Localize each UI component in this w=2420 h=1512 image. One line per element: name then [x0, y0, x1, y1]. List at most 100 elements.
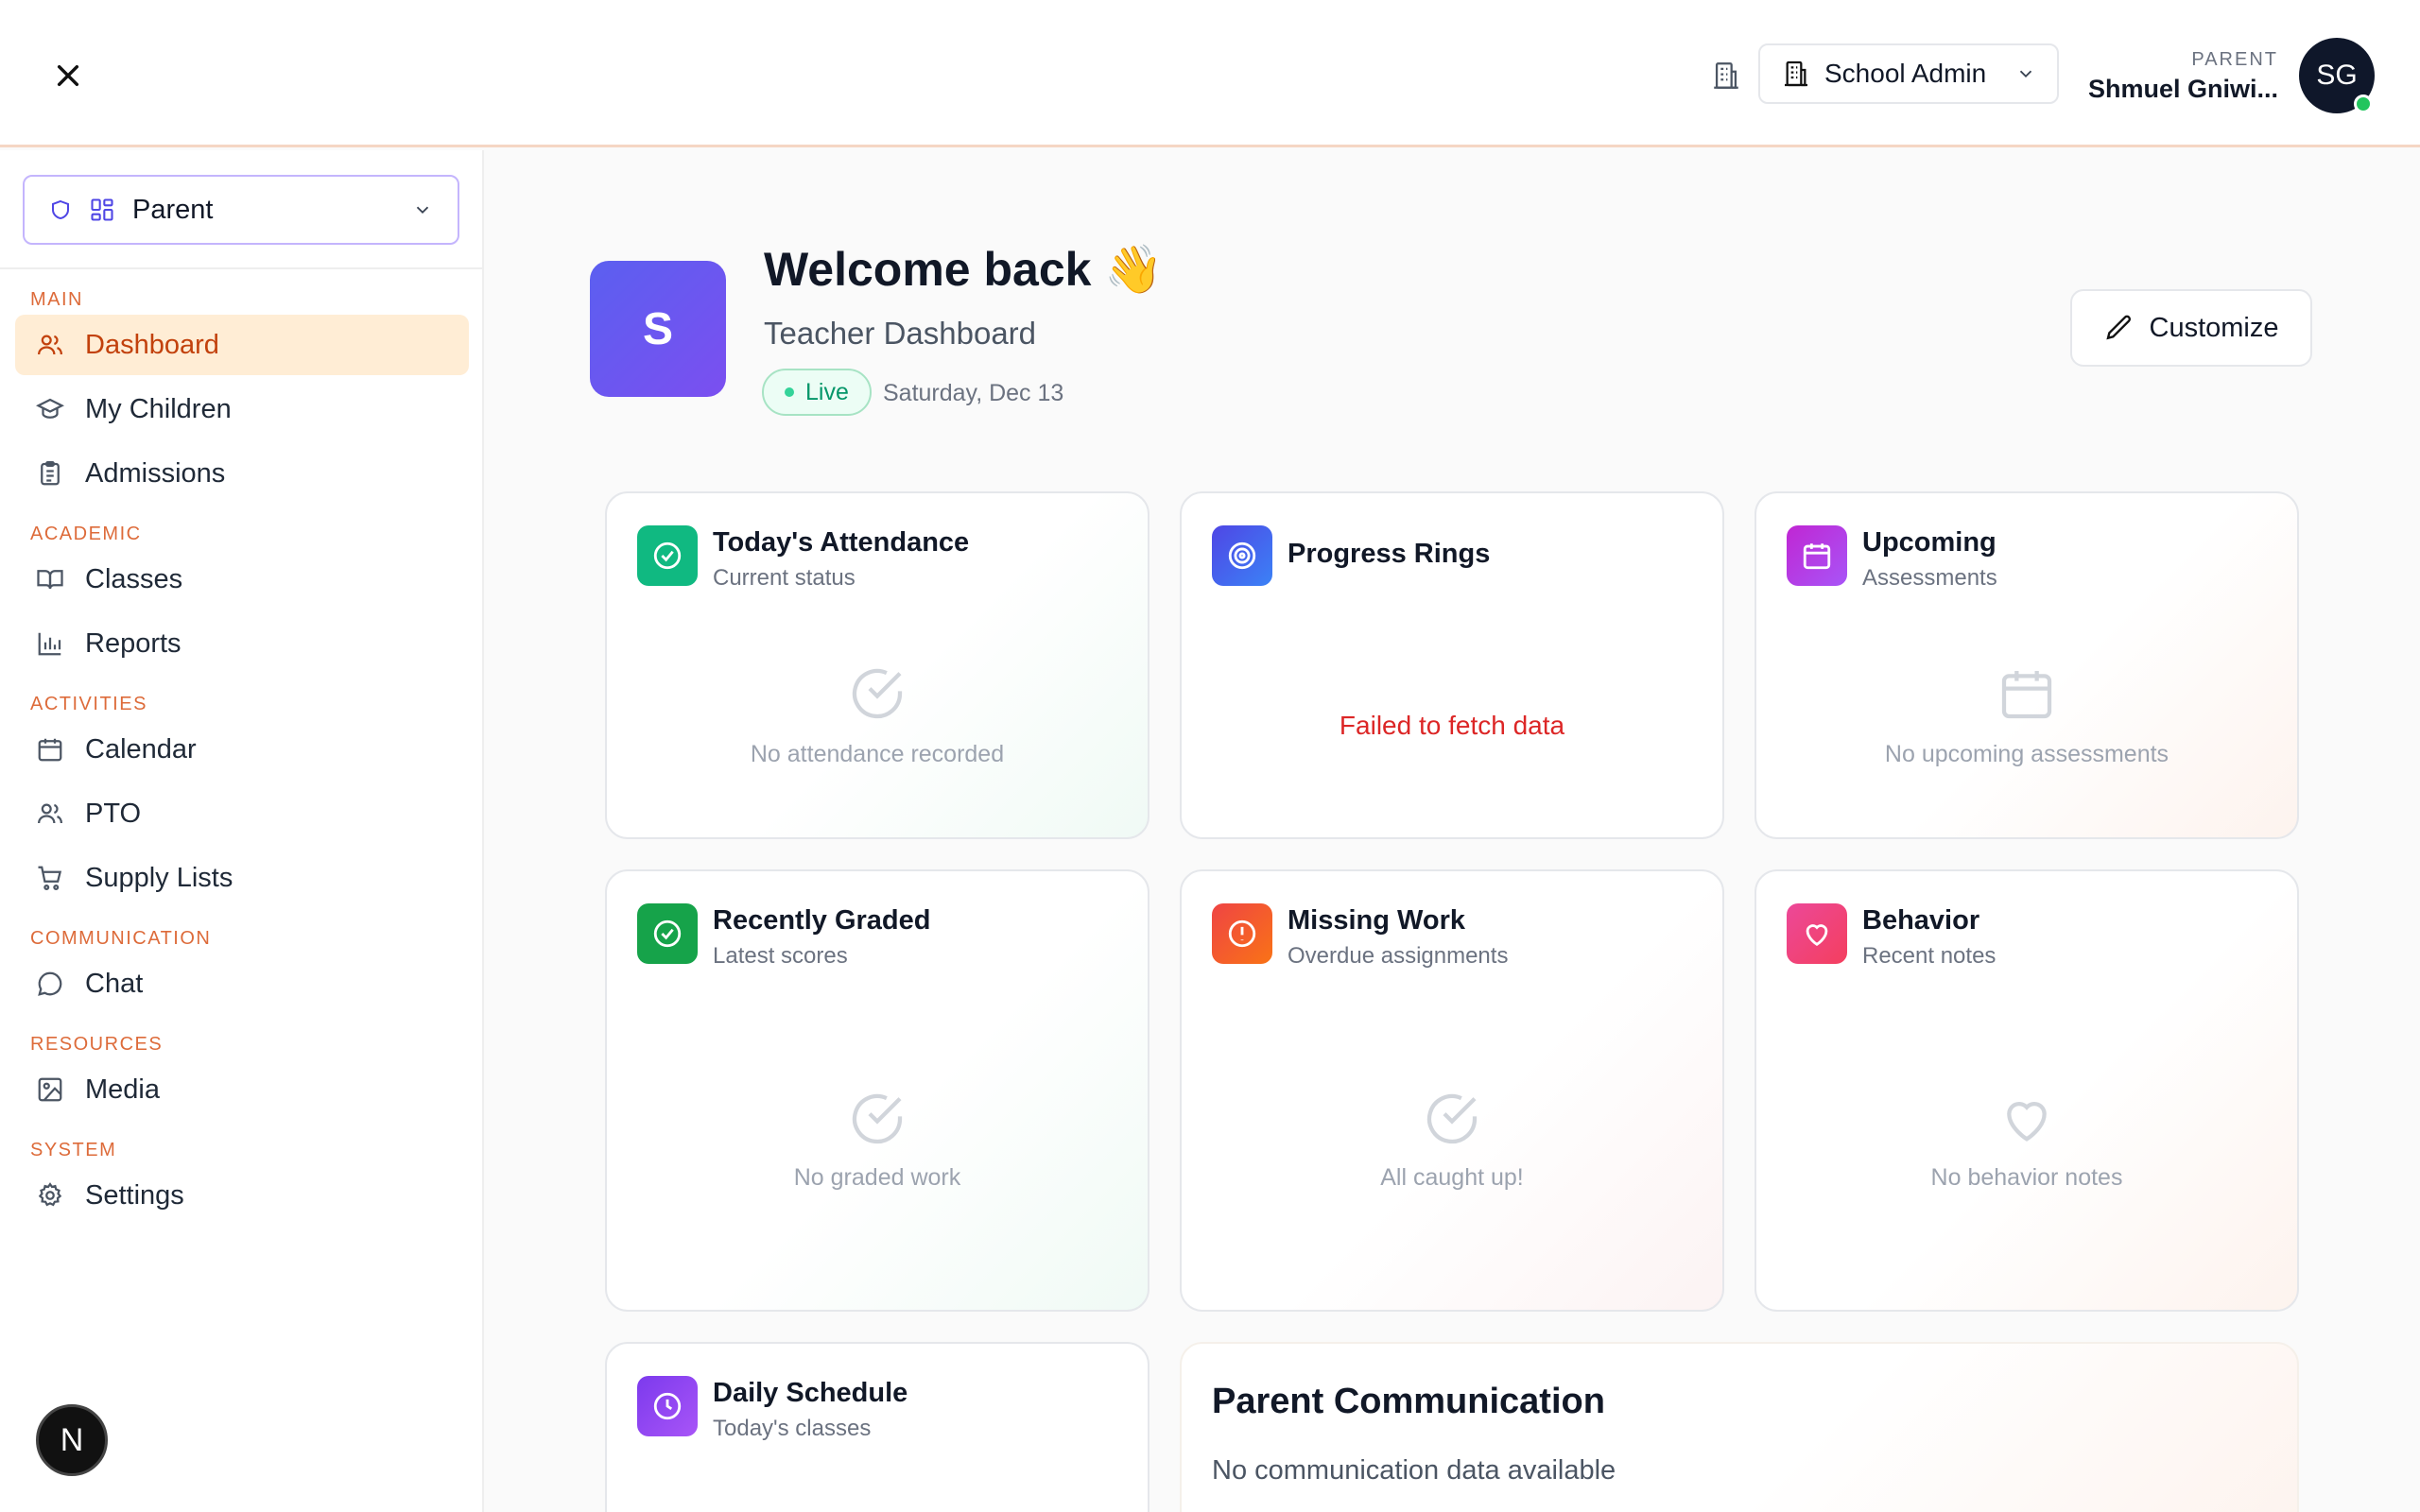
current-date: Saturday, Dec 13 [883, 380, 1064, 406]
welcome-title-text: Welcome back [764, 243, 1092, 296]
card-subtitle: Overdue assignments [1288, 943, 1509, 969]
heart-icon [2007, 1102, 2047, 1142]
close-icon [57, 64, 79, 87]
card-empty-text: All caught up! [1380, 1164, 1524, 1191]
building-icon [1714, 62, 1738, 89]
missing-work-card: Missing Work Overdue assignments All cau… [1180, 869, 1724, 1312]
school-logo: S [590, 261, 726, 397]
sidebar-item-classes[interactable]: Classes [15, 549, 469, 610]
card-title: Missing Work [1288, 905, 1465, 936]
sidebar-item-label: Supply Lists [85, 862, 233, 893]
sidebar-item-label: Dashboard [85, 329, 219, 360]
card-empty-text: No attendance recorded [750, 741, 1005, 767]
sidebar-item-label: Classes [85, 563, 183, 594]
live-dot [785, 387, 794, 397]
card-title: Daily Schedule [713, 1378, 908, 1408]
heart-icon [1806, 924, 1828, 947]
attendance-card: Today's Attendance Current status No att… [605, 491, 1150, 839]
user-role: PARENT [2191, 49, 2278, 70]
card-title: Behavior [1862, 905, 1980, 936]
sidebar-item-label: Chat [85, 968, 144, 999]
organization-select[interactable]: School Admin [1758, 43, 2059, 104]
grid-icon [91, 198, 113, 221]
sidebar-item-label: Media [85, 1074, 160, 1105]
chevron-down-icon [2019, 70, 2032, 78]
check-circle-icon [653, 919, 682, 948]
card-title: Parent Communication [1212, 1382, 1605, 1421]
organization-select-label: School Admin [1824, 59, 1987, 88]
clipboard-icon [41, 461, 60, 486]
sidebar-item-chat[interactable]: Chat [15, 954, 469, 1014]
chat-icon [38, 971, 62, 996]
missing-card-icon [1212, 903, 1272, 964]
organization-icon-button[interactable] [1707, 57, 1745, 94]
page-title: Welcome back 👋 [764, 242, 1164, 298]
card-empty-text: No behavior notes [1930, 1164, 2123, 1191]
bar-chart-icon [38, 632, 61, 656]
card-empty-text: No communication data available [1212, 1455, 1616, 1486]
sidebar-item-settings[interactable]: Settings [15, 1165, 469, 1226]
wave-emoji: 👋 [1104, 243, 1164, 296]
target-icon [1228, 541, 1256, 570]
book-open-icon [37, 570, 63, 590]
cart-icon [38, 866, 62, 890]
sidebar-item-reports[interactable]: Reports [15, 613, 469, 674]
graduation-cap-icon [36, 398, 64, 419]
chevron-down-icon [416, 206, 429, 215]
sidebar-item-label: Settings [85, 1179, 184, 1211]
sidebar-item-dashboard[interactable]: Dashboard [15, 315, 469, 375]
card-subtitle: Latest scores [713, 943, 848, 969]
sidebar-item-label: Admissions [85, 457, 226, 489]
sidebar: Parent MAIN Dashboard My Children Admiss… [0, 150, 484, 1512]
behavior-card: Behavior Recent notes No behavior notes [1754, 869, 2299, 1312]
clock-icon [653, 1392, 682, 1420]
page-subtitle: Teacher Dashboard [764, 316, 1037, 351]
shield-icon [52, 199, 69, 220]
close-sidebar-button[interactable] [49, 57, 87, 94]
sidebar-item-pto[interactable]: PTO [15, 783, 469, 844]
daily-schedule-card: Daily Schedule Today's classes [605, 1342, 1150, 1512]
sidebar-item-label: PTO [85, 798, 142, 829]
schedule-card-icon [637, 1376, 698, 1436]
sidebar-item-admissions[interactable]: Admissions [15, 443, 469, 504]
sidebar-nav: MAIN Dashboard My Children Admissions AC… [15, 269, 469, 1226]
card-empty-text: No graded work [793, 1164, 961, 1191]
nav-section-main: MAIN [30, 289, 83, 310]
upcoming-assessments-card: Upcoming Assessments No upcoming assessm… [1754, 491, 2299, 839]
recently-graded-card: Recently Graded Latest scores No graded … [605, 869, 1150, 1312]
nav-section-resources: RESOURCES [30, 1034, 164, 1055]
user-name: Shmuel Gniwi... [2087, 75, 2278, 103]
upcoming-card-icon [1787, 525, 1847, 586]
top-header: School Admin PARENT Shmuel Gniwi... SG [0, 0, 2420, 147]
dev-tools-badge[interactable]: N [36, 1404, 108, 1476]
sidebar-item-label: Reports [85, 627, 182, 659]
user-info[interactable]: PARENT Shmuel Gniwi... [2088, 49, 2278, 104]
sidebar-item-media[interactable]: Media [15, 1059, 469, 1120]
nav-section-system: SYSTEM [30, 1140, 117, 1160]
check-circle-icon [653, 541, 682, 570]
card-error-text: Failed to fetch data [1339, 711, 1565, 740]
nav-section-academic: ACADEMIC [30, 524, 142, 544]
card-subtitle: Current status [713, 565, 856, 591]
customize-button[interactable]: Customize [2070, 289, 2312, 367]
gear-icon [38, 1182, 62, 1207]
role-select[interactable]: Parent [23, 175, 459, 245]
progress-rings-card: Progress Rings Failed to fetch data [1180, 491, 1724, 839]
graded-card-icon [637, 903, 698, 964]
alert-circle-icon [1228, 919, 1256, 948]
customize-label: Customize [2149, 312, 2279, 343]
card-title: Upcoming [1862, 527, 1996, 558]
sidebar-item-my-children[interactable]: My Children [15, 379, 469, 439]
sidebar-item-calendar[interactable]: Calendar [15, 719, 469, 780]
card-title: Recently Graded [713, 905, 931, 936]
sidebar-item-supply-lists[interactable]: Supply Lists [15, 848, 469, 908]
sidebar-item-label: Calendar [85, 733, 197, 765]
parent-communication-card: Parent Communication No communication da… [1180, 1342, 2299, 1512]
nav-section-communication: COMMUNICATION [30, 928, 212, 949]
check-circle-icon [852, 668, 903, 719]
card-title: Today's Attendance [713, 527, 970, 558]
pencil-icon [2105, 315, 2131, 340]
users-icon [38, 803, 62, 824]
role-select-label: Parent [132, 194, 214, 225]
calendar-icon [2001, 671, 2052, 719]
